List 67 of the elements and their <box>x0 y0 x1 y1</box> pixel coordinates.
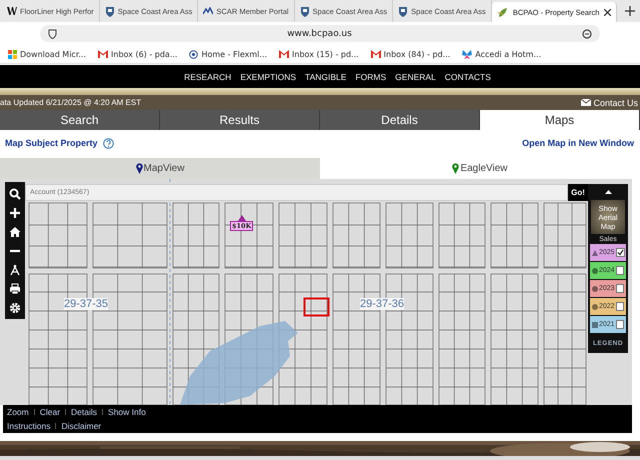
tab[interactable]: Maps <box>480 110 640 130</box>
footer-link[interactable]: Details <box>71 407 98 417</box>
printer-icon[interactable] <box>9 282 21 294</box>
mail-icon <box>279 50 290 58</box>
nav-link[interactable]: RESEARCH <box>184 72 232 82</box>
checkbox[interactable] <box>616 284 624 293</box>
location-icon <box>189 50 198 58</box>
footer-link[interactable]: Clear <box>40 407 60 417</box>
open-map-link[interactable]: Open Map in New Window <box>522 138 634 148</box>
collapse-arrow-icon[interactable] <box>604 190 612 194</box>
bookmark[interactable]: Download Micr... <box>8 50 86 58</box>
leaf-icon <box>496 6 508 18</box>
footer-link[interactable]: Show Info <box>108 407 146 417</box>
footer-link[interactable]: Instructions <box>7 421 50 431</box>
nav-link[interactable]: CONTACTS <box>444 72 491 82</box>
circle-marker-icon <box>592 286 598 292</box>
footer-link[interactable]: Zoom <box>7 407 29 417</box>
w-logo-icon <box>7 6 17 16</box>
footer-link[interactable]: Disclaimer <box>61 421 102 431</box>
checkbox[interactable] <box>616 266 624 275</box>
checkbox[interactable] <box>616 248 625 257</box>
shield-icon <box>104 6 115 16</box>
triangle-marker-icon <box>592 250 598 256</box>
address-bar[interactable]: www.bcpao.us <box>40 25 600 42</box>
map-pin-icon <box>136 163 143 174</box>
shield-icon <box>398 6 408 16</box>
mail-icon <box>370 50 381 58</box>
wave-icon <box>203 7 214 15</box>
help-icon[interactable] <box>102 138 114 148</box>
compass-icon[interactable] <box>9 264 21 276</box>
butterfly-icon <box>462 50 472 58</box>
shield-icon <box>300 6 310 16</box>
mail-icon <box>98 50 108 58</box>
circle-marker-icon <box>592 304 598 310</box>
subject-parcel-outline <box>304 298 330 316</box>
data-updated-text: ata Updated 6/21/2025 @ 4:20 AM EST <box>0 98 142 107</box>
zoom-in-icon[interactable] <box>9 206 21 218</box>
bookmark[interactable]: Inbox (84) - pd... <box>370 50 450 58</box>
checkbox[interactable] <box>616 320 624 329</box>
settings-icon[interactable] <box>9 302 21 314</box>
nav-link[interactable]: TANGIBLE <box>305 72 346 82</box>
nav-link[interactable]: EXEMPTIONS <box>240 72 296 82</box>
home-icon[interactable] <box>9 226 21 238</box>
url-text: www.bcpao.us <box>287 28 352 38</box>
search-icon[interactable] <box>9 188 21 200</box>
bookmark[interactable]: Home - Flexml... <box>189 50 268 58</box>
contact-link[interactable]: Contact Us <box>593 98 638 108</box>
nav-link[interactable]: FORMS <box>355 72 386 82</box>
bookmark[interactable]: Inbox (6) - pda... <box>98 50 178 58</box>
nav-link[interactable]: GENERAL <box>395 72 436 82</box>
map-pin-icon <box>452 163 460 174</box>
go-button[interactable]: Go! <box>568 184 588 201</box>
section-label: 29-37-35 <box>64 298 108 310</box>
map-subject-link[interactable]: Map Subject Property <box>5 138 98 148</box>
shield-icon <box>48 28 57 38</box>
section-label: 29-37-36 <box>360 298 404 310</box>
square-marker-icon <box>592 322 598 328</box>
envelope-icon <box>581 99 592 106</box>
triangle-marker-icon <box>238 215 246 221</box>
circle-marker-icon <box>592 268 598 274</box>
checkbox[interactable] <box>616 302 624 311</box>
bookmark[interactable]: Accedi a Hotm... <box>462 50 542 58</box>
close-icon[interactable] <box>604 8 612 16</box>
new-tab-icon[interactable] <box>625 6 636 16</box>
view-tab[interactable]: MapView <box>0 158 320 179</box>
windows-icon <box>8 50 17 58</box>
bookmark[interactable]: Inbox (15) - pd... <box>279 50 359 58</box>
